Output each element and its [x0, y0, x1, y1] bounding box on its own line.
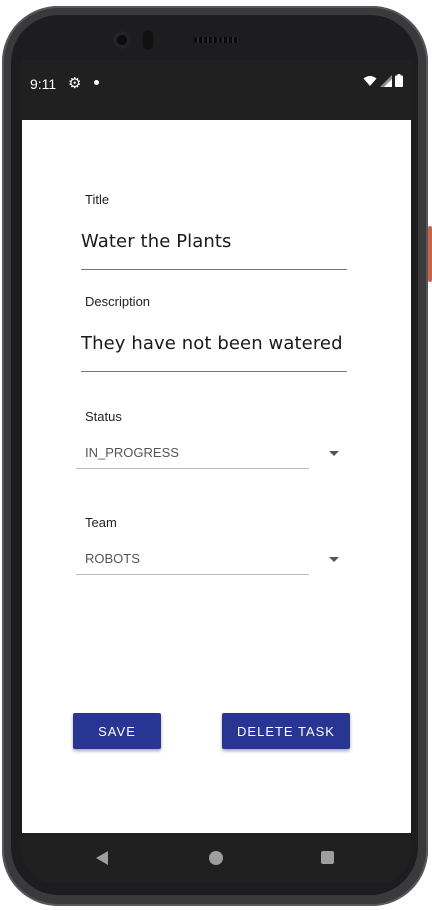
navigation-bar	[22, 833, 411, 883]
delete-task-button[interactable]: DELETE TASK	[222, 713, 350, 749]
back-icon[interactable]	[96, 851, 108, 865]
settings-icon: ⚙	[68, 74, 82, 92]
chevron-down-icon	[329, 557, 339, 562]
title-label: Title	[85, 192, 110, 207]
recent-apps-icon[interactable]	[321, 851, 334, 864]
camera-icon	[113, 31, 131, 49]
status-bar: 9:11 ⚙	[22, 60, 411, 120]
task-edit-screen: Title Water the Plants Description They …	[22, 120, 411, 833]
description-underline	[81, 371, 347, 372]
speaker-grille	[194, 37, 238, 43]
sensor-icon	[143, 30, 153, 50]
description-label: Description	[85, 294, 151, 309]
status-underline	[76, 468, 309, 469]
description-input[interactable]: They have not been watered for d	[81, 333, 347, 354]
team-dropdown[interactable]: ROBOTS	[76, 545, 339, 575]
notification-dot-icon	[94, 80, 99, 85]
home-icon[interactable]	[209, 851, 223, 865]
status-time: 9:11	[30, 76, 57, 92]
wifi-icon	[363, 75, 377, 86]
team-underline	[76, 574, 309, 575]
device-frame: 9:11 ⚙ Title Water the Plants Descriptio…	[0, 0, 432, 910]
signal-icon	[380, 74, 392, 87]
power-button	[428, 226, 432, 282]
status-dropdown[interactable]: IN_PROGRESS	[76, 439, 339, 469]
title-input[interactable]: Water the Plants	[81, 231, 347, 252]
chevron-down-icon	[329, 451, 339, 456]
battery-icon	[395, 74, 403, 87]
save-button[interactable]: SAVE	[73, 713, 161, 749]
team-value: ROBOTS	[85, 551, 140, 566]
status-icons	[363, 74, 403, 87]
title-underline	[81, 269, 347, 270]
team-label: Team	[85, 515, 117, 530]
status-value: IN_PROGRESS	[85, 445, 179, 460]
status-label: Status	[85, 409, 122, 424]
